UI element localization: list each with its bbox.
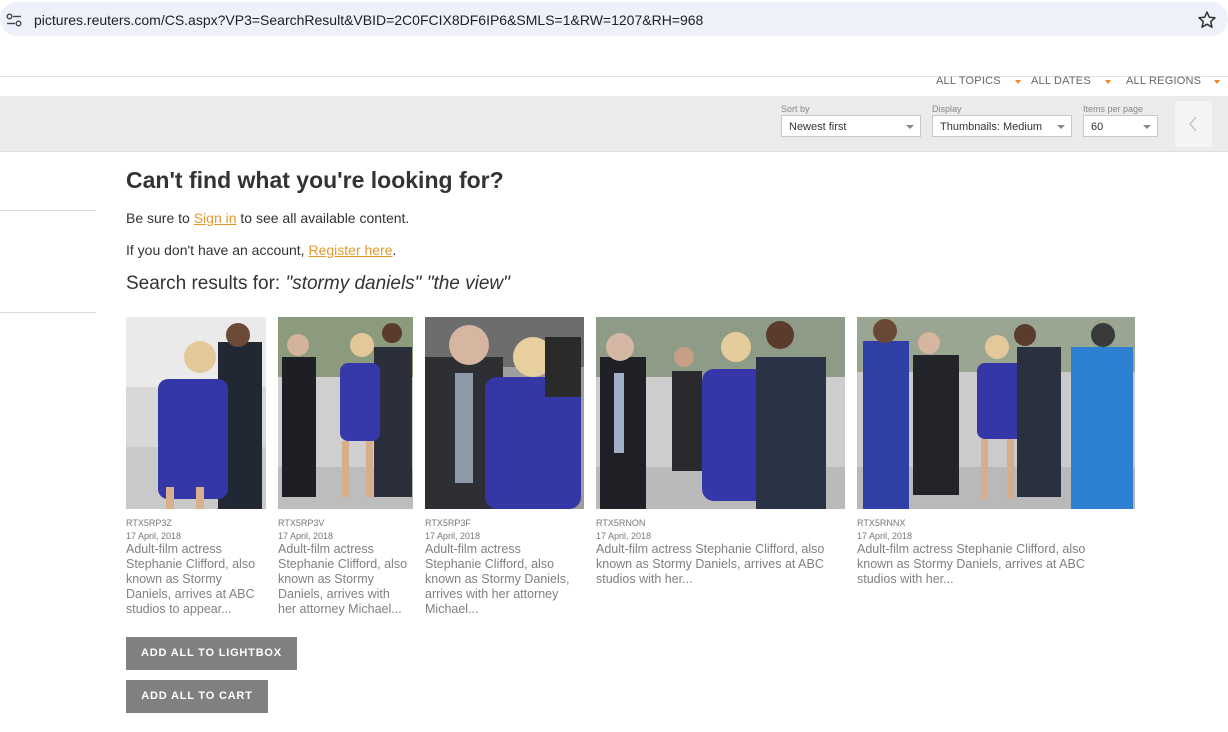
items-dropdown-icon — [1143, 125, 1151, 129]
photo-thumbnail — [278, 317, 413, 509]
regions-caret-icon[interactable] — [1214, 80, 1220, 84]
result-thumbnail[interactable] — [425, 317, 584, 509]
caption-line: studios with her... — [857, 572, 954, 586]
address-bar[interactable]: pictures.reuters.com/CS.aspx?VP3=SearchR… — [0, 2, 1228, 36]
result-thumbnail[interactable] — [857, 317, 1135, 509]
filter-row: ALL TOPICS ALL DATES ALL REGIONS — [0, 75, 1228, 95]
sort-dropdown-icon — [906, 125, 914, 129]
result-thumbnail[interactable] — [126, 317, 266, 509]
result-id[interactable]: RTX5RP3V — [278, 517, 333, 530]
caption-line: arrives with her attorney — [425, 587, 559, 601]
signin-notice: Be sure to Sign in to see all available … — [126, 210, 409, 226]
chevron-left-icon — [1189, 116, 1197, 132]
result-caption[interactable]: Adult-film actress Stephanie Clifford, a… — [425, 542, 570, 617]
caption-line: Stephanie Clifford, also — [278, 557, 408, 571]
filter-all-regions[interactable]: ALL REGIONS — [1126, 75, 1201, 87]
caption-line: Stephanie Clifford, also — [425, 557, 555, 571]
result-caption[interactable]: Adult-film actress Stephanie Clifford, a… — [857, 542, 1085, 587]
search-label: Search results for: — [126, 273, 286, 294]
items-per-page-label: Items per page — [1083, 104, 1144, 114]
site-settings-icon[interactable] — [6, 13, 22, 27]
register-notice: If you don't have an account, Register h… — [126, 242, 396, 258]
caption-line: Stephanie Clifford, also — [126, 557, 256, 571]
caption-line: known as Stormy Daniels, — [425, 572, 570, 586]
register-text-post: . — [392, 242, 397, 258]
caption-line: known as Stormy Daniels, arrives at ABC — [596, 557, 824, 571]
filter-all-dates[interactable]: ALL DATES — [1031, 75, 1091, 87]
add-all-to-cart-button[interactable]: ADD ALL TO CART — [126, 680, 268, 713]
caption-line: Daniels, arrives at ABC — [126, 587, 255, 601]
dates-caret-icon[interactable] — [1105, 80, 1111, 84]
sort-label: Sort by — [781, 104, 810, 114]
signin-text-pre: Be sure to — [126, 210, 194, 226]
signin-text-post: to see all available content. — [236, 210, 410, 226]
caption-line: studios to appear... — [126, 602, 232, 616]
url-text[interactable]: pictures.reuters.com/CS.aspx?VP3=SearchR… — [34, 12, 703, 28]
result-id[interactable]: RTX5RNNX — [857, 517, 912, 530]
sidebar-divider — [0, 312, 96, 313]
sort-value: Newest first — [789, 121, 847, 133]
caption-line: Adult-film actress — [278, 542, 374, 556]
result-id[interactable]: RTX5RP3Z — [126, 517, 181, 530]
topics-caret-icon[interactable] — [1015, 80, 1021, 84]
result-thumbnail[interactable] — [596, 317, 845, 509]
caption-line: her attorney Michael... — [278, 602, 402, 616]
caption-line: known as Stormy — [126, 572, 222, 586]
caption-line: Adult-film actress Stephanie Clifford, a… — [596, 542, 825, 556]
caption-line: Adult-film actress Stephanie Clifford, a… — [857, 542, 1086, 556]
result-caption[interactable]: Adult-film actress Stephanie Clifford, a… — [278, 542, 407, 617]
bookmark-star-icon[interactable] — [1197, 10, 1217, 30]
result-meta: RTX5RP3V 17 April, 2018 — [278, 517, 333, 543]
result-thumbnail[interactable] — [278, 317, 413, 509]
result-meta: RTX5RP3F 17 April, 2018 — [425, 517, 480, 543]
photo-thumbnail — [425, 317, 584, 509]
result-meta: RTX5RNON 17 April, 2018 — [596, 517, 651, 543]
photo-thumbnail — [596, 317, 845, 509]
items-per-page-value: 60 — [1091, 121, 1104, 133]
result-caption[interactable]: Adult-film actress Stephanie Clifford, a… — [126, 542, 255, 617]
register-text-pre: If you don't have an account, — [126, 242, 309, 258]
add-all-to-lightbox-button[interactable]: ADD ALL TO LIGHTBOX — [126, 637, 297, 670]
caption-line: Daniels, arrives with — [278, 587, 390, 601]
search-results-heading: Search results for: "stormy daniels" "th… — [126, 273, 510, 295]
photo-thumbnail — [126, 317, 266, 509]
caption-line: Adult-film actress — [425, 542, 521, 556]
items-per-page-select[interactable]: 60 — [1083, 115, 1158, 137]
caption-line: known as Stormy — [278, 572, 374, 586]
result-caption[interactable]: Adult-film actress Stephanie Clifford, a… — [596, 542, 824, 587]
result-meta: RTX5RP3Z 17 April, 2018 — [126, 517, 181, 543]
display-select[interactable]: Thumbnails: Medium — [932, 115, 1072, 137]
result-meta: RTX5RNNX 17 April, 2018 — [857, 517, 912, 543]
filter-all-topics[interactable]: ALL TOPICS — [936, 75, 1001, 87]
caption-line: Adult-film actress — [126, 542, 222, 556]
register-link[interactable]: Register here — [308, 242, 392, 258]
sort-select[interactable]: Newest first — [781, 115, 921, 137]
page-title: Can't find what you're looking for? — [126, 167, 504, 193]
sign-in-link[interactable]: Sign in — [194, 210, 237, 226]
caption-line: known as Stormy Daniels, arrives at ABC — [857, 557, 1085, 571]
previous-page-button[interactable] — [1175, 101, 1212, 147]
display-dropdown-icon — [1057, 125, 1065, 129]
browser-toolbar: pictures.reuters.com/CS.aspx?VP3=SearchR… — [0, 0, 1228, 38]
photo-thumbnail — [857, 317, 1135, 509]
display-value: Thumbnails: Medium — [940, 121, 1043, 133]
results-toolbar: Sort by Newest first Display Thumbnails:… — [0, 96, 1228, 152]
result-id[interactable]: RTX5RP3F — [425, 517, 480, 530]
sidebar-divider — [0, 210, 96, 211]
caption-line: studios with her... — [596, 572, 693, 586]
display-label: Display — [932, 104, 962, 114]
caption-line: Michael... — [425, 602, 479, 616]
result-id[interactable]: RTX5RNON — [596, 517, 651, 530]
search-query: "stormy daniels" "the view" — [285, 273, 510, 294]
